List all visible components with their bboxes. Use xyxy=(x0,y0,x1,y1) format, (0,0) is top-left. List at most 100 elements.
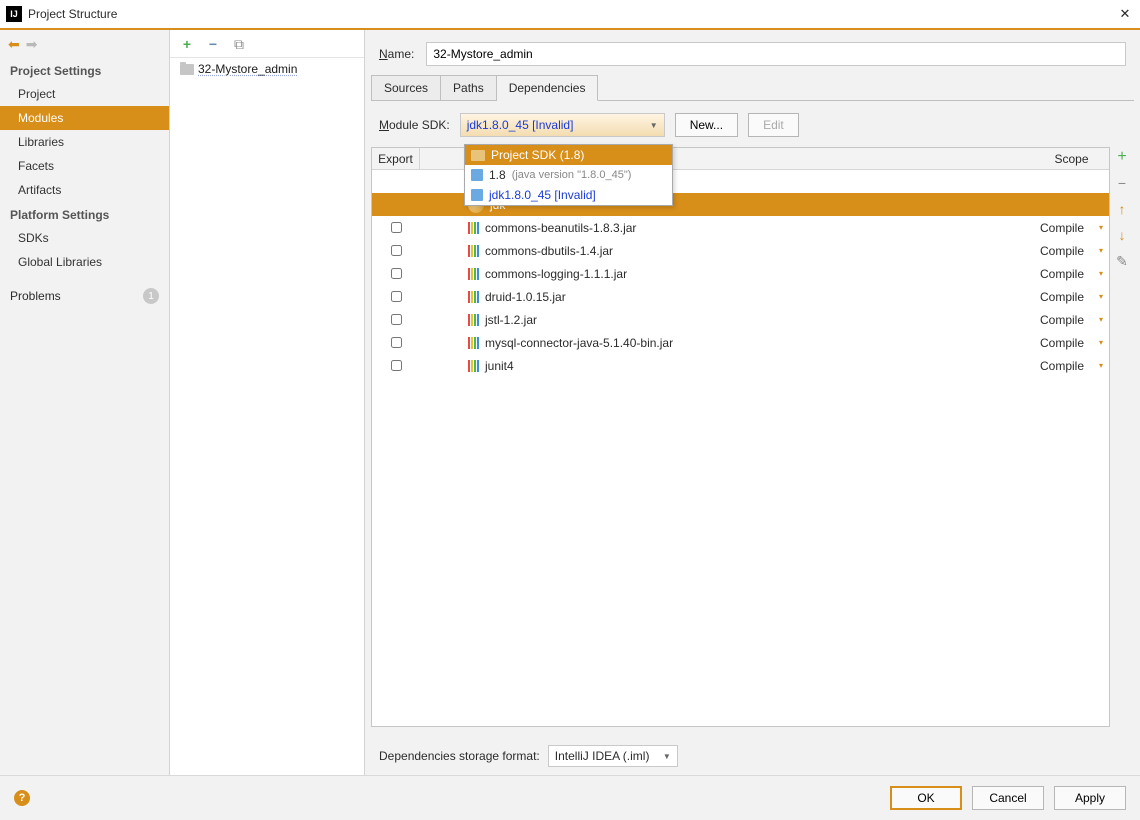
export-checkbox[interactable] xyxy=(391,245,402,256)
move-down-icon[interactable]: ↓ xyxy=(1114,227,1130,243)
sidebar-problems[interactable]: Problems 1 xyxy=(0,282,169,310)
chevron-down-icon: ▼ xyxy=(650,121,658,130)
export-checkbox[interactable] xyxy=(391,222,402,233)
chevron-down-icon: ▼ xyxy=(663,752,671,761)
dep-label: commons-logging-1.1.1.jar xyxy=(485,267,627,281)
apply-button[interactable]: Apply xyxy=(1054,786,1126,810)
dep-row[interactable]: druid-1.0.15.jarCompile▾ xyxy=(372,285,1109,308)
sdk-icon xyxy=(471,189,483,201)
move-up-icon[interactable]: ↑ xyxy=(1114,201,1130,217)
dep-label: commons-dbutils-1.4.jar xyxy=(485,244,613,258)
tab-dependencies[interactable]: Dependencies xyxy=(497,75,599,101)
dep-row[interactable]: commons-dbutils-1.4.jar Compile ▾ xyxy=(372,239,1109,262)
scope-value: Compile xyxy=(1040,336,1084,350)
scope-value: Compile xyxy=(1040,221,1084,235)
library-icon xyxy=(468,268,479,280)
nav-arrows: ⬅ ➡ xyxy=(0,30,169,58)
sdk-dropdown: Project SDK (1.8)1.8 (java version "1.8.… xyxy=(464,144,673,206)
sdk-icon xyxy=(471,169,483,181)
back-arrow-icon[interactable]: ⬅ xyxy=(8,36,20,53)
chevron-down-icon[interactable]: ▾ xyxy=(1099,315,1103,324)
sidebar-item-modules[interactable]: Modules xyxy=(0,106,169,130)
storage-label: Dependencies storage format: xyxy=(379,749,540,763)
scope-value: Compile xyxy=(1040,244,1084,258)
library-icon xyxy=(468,337,479,349)
chevron-down-icon[interactable]: ▾ xyxy=(1099,292,1103,301)
cancel-button[interactable]: Cancel xyxy=(972,786,1044,810)
edit-dep-icon[interactable]: ✎ xyxy=(1114,253,1130,269)
chevron-down-icon[interactable]: ▾ xyxy=(1099,338,1103,347)
sdk-option-label: 1.8 xyxy=(489,168,506,182)
edit-sdk-button: Edit xyxy=(748,113,799,137)
module-tree-item[interactable]: 32-Mystore_admin xyxy=(170,58,364,80)
dependencies-table: Export Scope <Mjdkcommons-beanutils-1.8.… xyxy=(371,147,1110,727)
sidebar-section-head: Project Settings xyxy=(0,58,169,82)
library-icon xyxy=(468,222,479,234)
dep-row[interactable]: commons-beanutils-1.8.3.jar Compile ▾ xyxy=(372,216,1109,239)
folder-icon xyxy=(180,64,194,75)
export-checkbox[interactable] xyxy=(391,268,402,279)
sdk-option[interactable]: jdk1.8.0_45 [Invalid] xyxy=(465,185,672,205)
sdk-option-label: jdk1.8.0_45 [Invalid] xyxy=(489,188,596,202)
dep-row[interactable]: mysql-connector-java-5.1.40-bin.jarCompi… xyxy=(372,331,1109,354)
dep-label: druid-1.0.15.jar xyxy=(485,290,566,304)
copy-icon[interactable]: ⧉ xyxy=(232,37,246,51)
dep-label: jstl-1.2.jar xyxy=(485,313,537,327)
close-icon[interactable]: ✕ xyxy=(1116,5,1134,23)
sidebar-item-facets[interactable]: Facets xyxy=(0,154,169,178)
name-label: Name: xyxy=(379,47,414,61)
problems-label: Problems xyxy=(10,289,61,303)
help-icon[interactable]: ? xyxy=(14,790,30,806)
module-name-input[interactable] xyxy=(426,42,1126,66)
sidebar-item-libraries[interactable]: Libraries xyxy=(0,130,169,154)
forward-arrow-icon[interactable]: ➡ xyxy=(26,36,38,53)
sidebar-item-artifacts[interactable]: Artifacts xyxy=(0,178,169,202)
chevron-down-icon[interactable]: ▾ xyxy=(1099,361,1103,370)
scope-value: Compile xyxy=(1040,359,1084,373)
ok-button[interactable]: OK xyxy=(890,786,962,810)
library-icon xyxy=(468,291,479,303)
sdk-icon xyxy=(471,150,485,161)
library-icon xyxy=(468,360,479,372)
sidebar-item-project[interactable]: Project xyxy=(0,82,169,106)
add-icon[interactable]: + xyxy=(180,37,194,51)
sidebar-item-sdks[interactable]: SDKs xyxy=(0,226,169,250)
problems-count-badge: 1 xyxy=(143,288,159,304)
new-sdk-button[interactable]: New... xyxy=(675,113,738,137)
dep-row[interactable]: jstl-1.2.jar Compile ▾ xyxy=(372,308,1109,331)
storage-format-select[interactable]: IntelliJ IDEA (.iml) ▼ xyxy=(548,745,678,767)
export-checkbox[interactable] xyxy=(391,360,402,371)
scope-value: Compile xyxy=(1040,313,1084,327)
export-checkbox[interactable] xyxy=(391,337,402,348)
dialog-footer: ? OK Cancel Apply xyxy=(0,775,1140,820)
module-sdk-label: Module SDK: xyxy=(379,118,450,132)
dep-row[interactable]: junit4 Compile ▾ xyxy=(372,354,1109,377)
remove-icon[interactable]: − xyxy=(206,37,220,51)
export-checkbox[interactable] xyxy=(391,291,402,302)
dep-label: junit4 xyxy=(485,359,514,373)
sdk-option[interactable]: 1.8 (java version "1.8.0_45") xyxy=(465,165,672,185)
library-icon xyxy=(468,314,479,326)
sdk-option[interactable]: Project SDK (1.8) xyxy=(465,145,672,165)
module-sdk-select[interactable]: jdk1.8.0_45 [Invalid] ▼ xyxy=(460,113,665,137)
module-sdk-value: jdk1.8.0_45 [Invalid] xyxy=(467,118,574,132)
scope-header[interactable]: Scope xyxy=(1034,152,1109,166)
library-icon xyxy=(468,245,479,257)
export-header[interactable]: Export xyxy=(372,148,420,169)
chevron-down-icon[interactable]: ▾ xyxy=(1099,246,1103,255)
dep-side-buttons: + − ↑ ↓ ✎ xyxy=(1114,147,1134,727)
remove-dep-icon[interactable]: − xyxy=(1114,175,1130,191)
sidebar: ⬅ ➡ Project SettingsProjectModulesLibrar… xyxy=(0,30,170,775)
app-icon: IJ xyxy=(6,6,22,22)
tab-paths[interactable]: Paths xyxy=(441,75,497,101)
dep-label: commons-beanutils-1.8.3.jar xyxy=(485,221,636,235)
chevron-down-icon[interactable]: ▾ xyxy=(1099,223,1103,232)
sidebar-section-head: Platform Settings xyxy=(0,202,169,226)
export-checkbox[interactable] xyxy=(391,314,402,325)
add-dep-icon[interactable]: + xyxy=(1114,149,1130,165)
scope-value: Compile xyxy=(1040,267,1084,281)
sidebar-item-global-libraries[interactable]: Global Libraries xyxy=(0,250,169,274)
chevron-down-icon[interactable]: ▾ xyxy=(1099,269,1103,278)
dep-row[interactable]: commons-logging-1.1.1.jar Compile ▾ xyxy=(372,262,1109,285)
tab-sources[interactable]: Sources xyxy=(371,75,441,101)
